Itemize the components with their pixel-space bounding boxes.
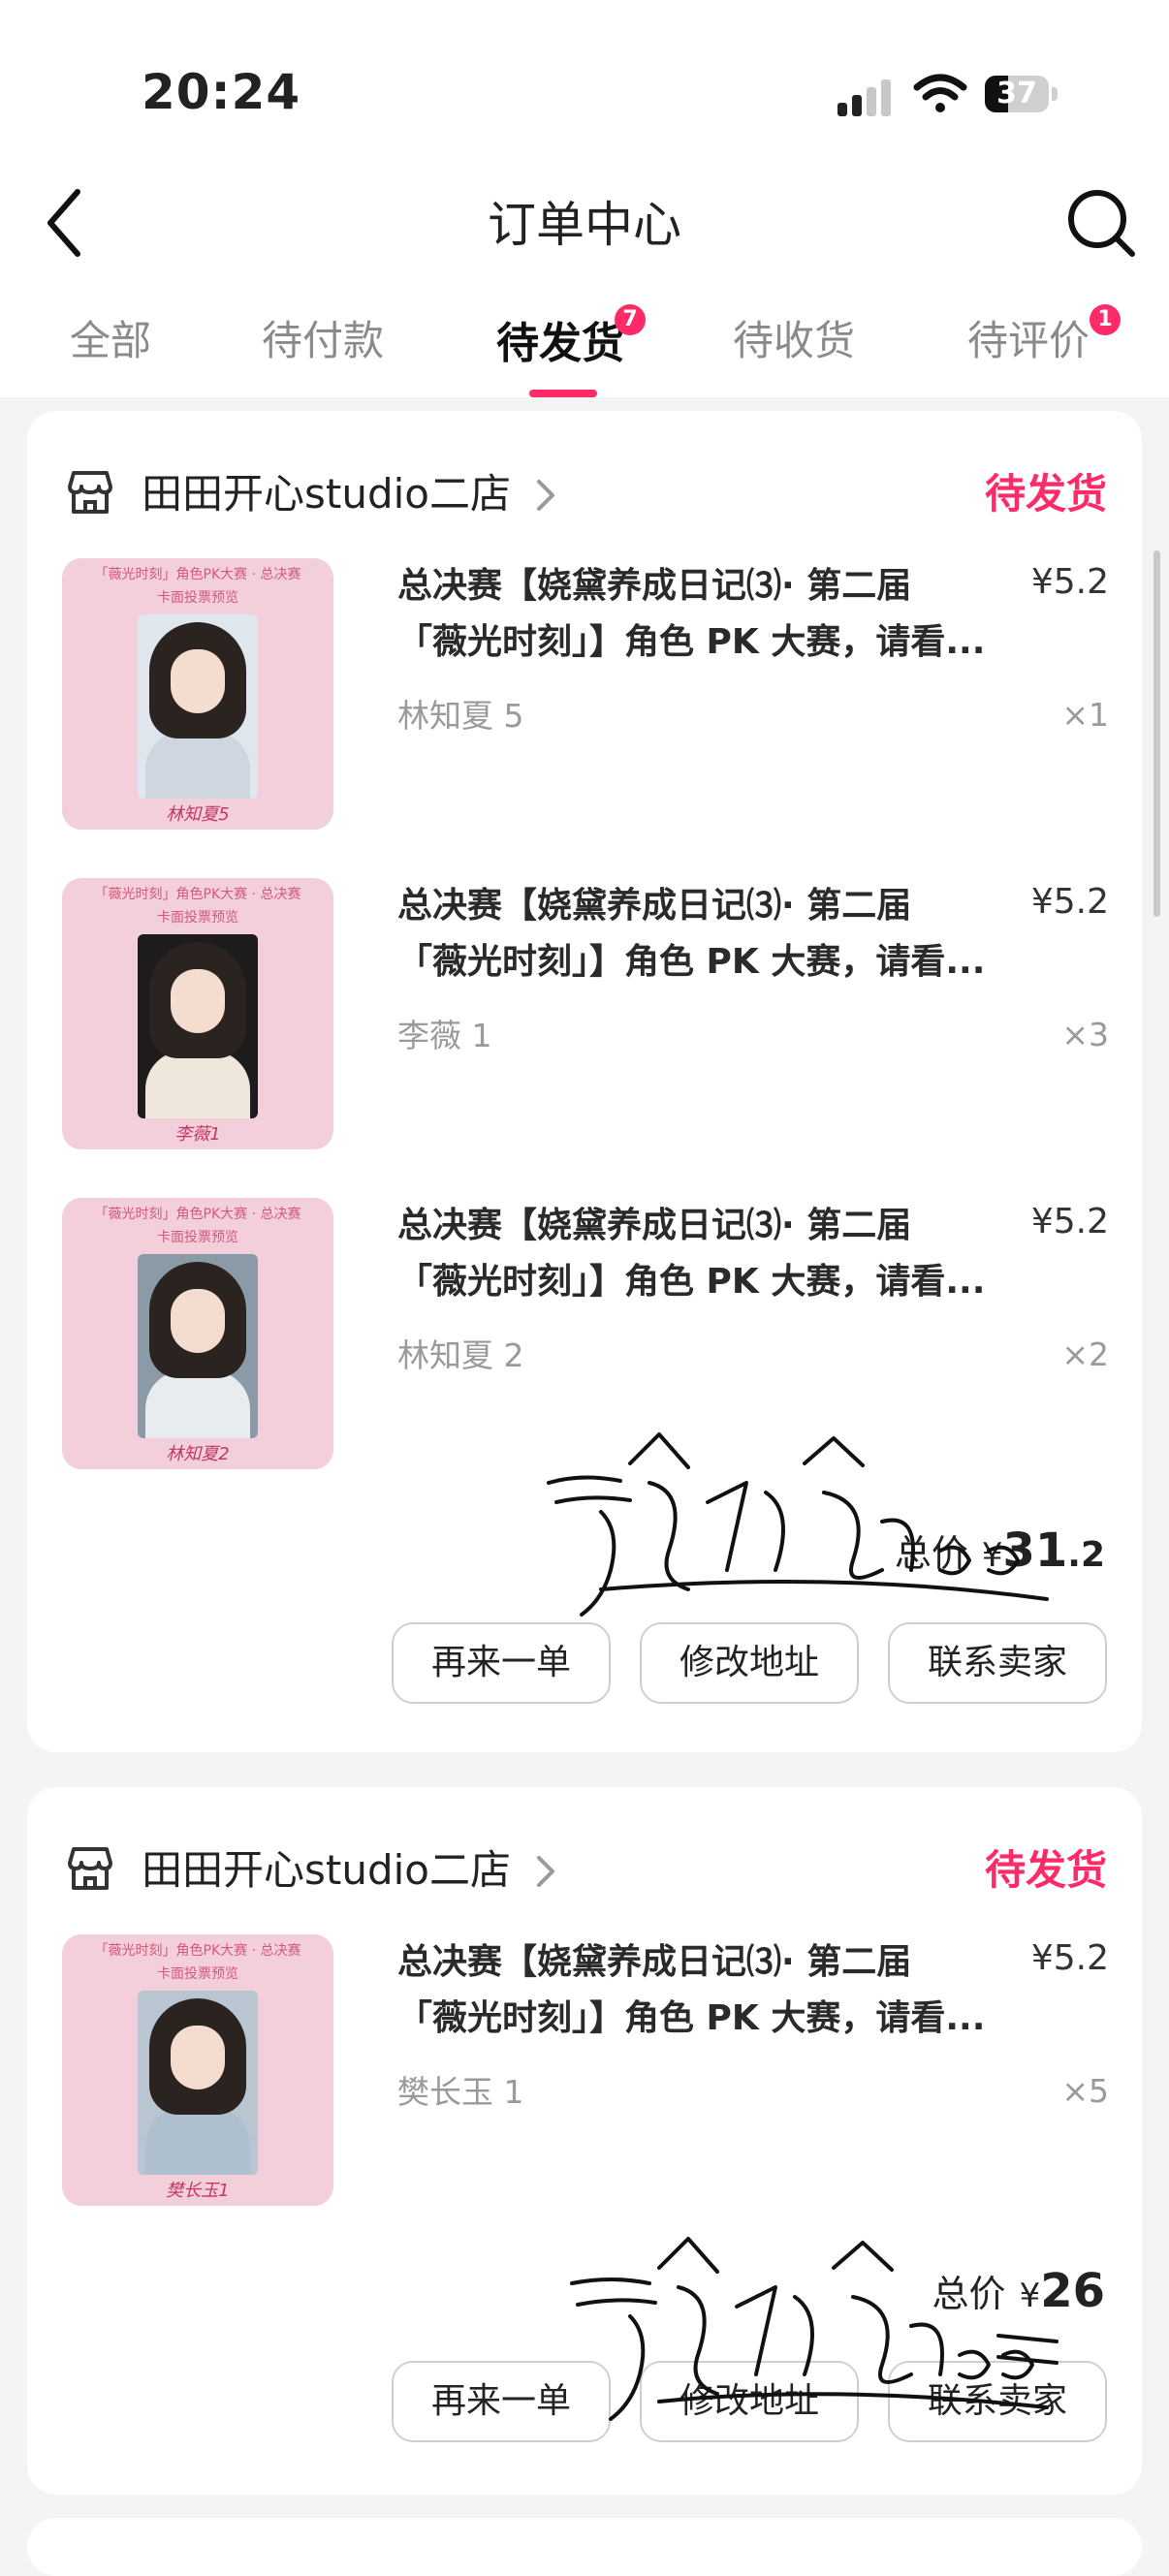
thumb-caption: 李薇1 xyxy=(174,1124,221,1145)
thumb-subheader: 卡面投票预览 xyxy=(157,1966,238,1982)
item-quantity: ×3 xyxy=(1061,1016,1109,1053)
list-item[interactable]: 「薇光时刻」角色PK大赛 · 总决赛 卡面投票预览 林知夏5 总决赛【娆黛养成日… xyxy=(62,558,1109,830)
thumb-header: 「薇光时刻」角色PK大赛 · 总决赛 xyxy=(94,1943,301,1959)
thumb-caption: 林知夏2 xyxy=(166,1444,230,1464)
shop-icon xyxy=(68,471,112,514)
item-title: 总决赛【娆黛养成日记⑶· 第二届 「薇光时刻」】角色 PK 大赛，请看... xyxy=(397,566,986,662)
item-quantity: ×1 xyxy=(1061,696,1109,734)
order-card[interactable]: 田田开心studio二店 待发货 「薇光时刻」角色PK大赛 · 总决赛 卡面投票… xyxy=(27,411,1142,1752)
shop-name[interactable]: 田田开心studio二店 xyxy=(142,465,511,523)
portrait-image xyxy=(138,1254,258,1438)
item-title: 总决赛【娆黛养成日记⑶· 第二届 「薇光时刻」】角色 PK 大赛，请看... xyxy=(397,1942,986,2038)
total-amount: 31 xyxy=(1002,1524,1068,1578)
order-total: 总价 ¥31.2 xyxy=(895,1524,1105,1578)
item-price: ¥5.2 xyxy=(1030,1938,1109,1978)
tab-pending-payment[interactable]: 待付款 xyxy=(262,308,384,367)
product-thumbnail[interactable]: 「薇光时刻」角色PK大赛 · 总决赛 卡面投票预览 林知夏5 xyxy=(62,558,333,830)
product-thumbnail[interactable]: 「薇光时刻」角色PK大赛 · 总决赛 卡面投票预览 樊长玉1 xyxy=(62,1934,333,2206)
order-tabs: 全部 待付款 待发货 待收货 待评价 xyxy=(0,308,1169,397)
tab-pending-review[interactable]: 待评价 xyxy=(967,308,1090,367)
battery-level: 37 xyxy=(996,77,1037,110)
item-variant: 李薇 1 xyxy=(397,1017,492,1054)
contact-seller-button[interactable]: 联系卖家 xyxy=(888,1622,1107,1704)
order-total: 总价 ¥26 xyxy=(932,2264,1105,2318)
tab-pending-shipment[interactable]: 待发货 xyxy=(496,308,624,370)
total-amount: 26 xyxy=(1040,2264,1105,2318)
top-bar: 20:24 37 订单中心 全部 待付款 待发货 待收货 待评价 7 1 xyxy=(0,0,1169,397)
order-card-partial[interactable] xyxy=(27,2518,1142,2576)
portrait-image xyxy=(138,934,258,1118)
change-address-button[interactable]: 修改地址 xyxy=(640,1622,859,1704)
list-item[interactable]: 「薇光时刻」角色PK大赛 · 总决赛 卡面投票预览 樊长玉1 总决赛【娆黛养成日… xyxy=(62,1934,1109,2206)
status-time: 20:24 xyxy=(142,64,301,120)
portrait-image xyxy=(138,614,258,799)
item-price: ¥5.2 xyxy=(1030,882,1109,922)
chevron-right-icon xyxy=(537,480,554,511)
tab-all[interactable]: 全部 xyxy=(70,308,151,367)
scrollbar[interactable] xyxy=(1153,550,1160,917)
thumb-header: 「薇光时刻」角色PK大赛 · 总决赛 xyxy=(94,887,301,902)
total-currency: ¥ xyxy=(981,1536,1003,1575)
shop-row[interactable]: 田田开心studio二店 xyxy=(64,1841,1111,1900)
thumb-subheader: 卡面投票预览 xyxy=(157,590,238,606)
reorder-button[interactable]: 再来一单 xyxy=(392,2361,611,2442)
item-variant: 林知夏 2 xyxy=(397,1336,524,1374)
cell-signal-icon xyxy=(837,78,894,116)
thumb-header: 「薇光时刻」角色PK大赛 · 总决赛 xyxy=(94,1207,301,1222)
item-price: ¥5.2 xyxy=(1030,562,1109,602)
wifi-icon xyxy=(913,74,967,112)
battery-icon: 37 xyxy=(985,76,1060,114)
thumb-caption: 樊长玉1 xyxy=(166,2181,230,2201)
list-item[interactable]: 「薇光时刻」角色PK大赛 · 总决赛 卡面投票预览 林知夏2 总决赛【娆黛养成日… xyxy=(62,1198,1109,1469)
item-variant: 樊长玉 1 xyxy=(397,2073,524,2111)
shop-name[interactable]: 田田开心studio二店 xyxy=(142,1841,511,1900)
order-card[interactable]: 田田开心studio二店 待发货 「薇光时刻」角色PK大赛 · 总决赛 卡面投票… xyxy=(27,1787,1142,2495)
tab-badge-shipment: 7 xyxy=(615,304,646,335)
reorder-button[interactable]: 再来一单 xyxy=(392,1622,611,1704)
item-variant: 林知夏 5 xyxy=(397,697,524,735)
total-label: 总价 xyxy=(932,2273,1006,2315)
shop-row[interactable]: 田田开心studio二店 xyxy=(64,465,1111,523)
page-title: 订单中心 xyxy=(488,197,681,253)
thumb-header: 「薇光时刻」角色PK大赛 · 总决赛 xyxy=(94,567,301,582)
contact-seller-button[interactable]: 联系卖家 xyxy=(888,2361,1107,2442)
total-label: 总价 xyxy=(894,1532,968,1575)
portrait-image xyxy=(138,1991,258,2175)
item-quantity: ×2 xyxy=(1061,1335,1109,1373)
product-thumbnail[interactable]: 「薇光时刻」角色PK大赛 · 总决赛 卡面投票预览 李薇1 xyxy=(62,878,333,1149)
tab-pending-receipt[interactable]: 待收货 xyxy=(733,308,855,367)
product-thumbnail[interactable]: 「薇光时刻」角色PK大赛 · 总决赛 卡面投票预览 林知夏2 xyxy=(62,1198,333,1469)
active-tab-indicator xyxy=(529,390,597,397)
chevron-right-icon xyxy=(537,1856,554,1887)
item-quantity: ×5 xyxy=(1061,2072,1109,2110)
thumb-subheader: 卡面投票预览 xyxy=(157,1230,238,1245)
list-item[interactable]: 「薇光时刻」角色PK大赛 · 总决赛 卡面投票预览 李薇1 总决赛【娆黛养成日记… xyxy=(62,878,1109,1149)
order-status: 待发货 xyxy=(984,470,1107,518)
thumb-subheader: 卡面投票预览 xyxy=(157,910,238,926)
item-title: 总决赛【娆黛养成日记⑶· 第二届 「薇光时刻」】角色 PK 大赛，请看... xyxy=(397,1206,986,1302)
search-icon[interactable] xyxy=(1064,186,1138,260)
tab-badge-review: 1 xyxy=(1090,304,1121,335)
thumb-caption: 林知夏5 xyxy=(166,804,230,825)
item-price: ¥5.2 xyxy=(1030,1202,1109,1241)
item-title: 总决赛【娆黛养成日记⑶· 第二届 「薇光时刻」】角色 PK 大赛，请看... xyxy=(397,886,986,982)
total-currency: ¥ xyxy=(1019,2277,1041,2315)
change-address-button[interactable]: 修改地址 xyxy=(640,2361,859,2442)
shop-icon xyxy=(68,1847,112,1890)
order-status: 待发货 xyxy=(984,1846,1107,1894)
total-amount-decimal: .2 xyxy=(1067,1535,1105,1575)
